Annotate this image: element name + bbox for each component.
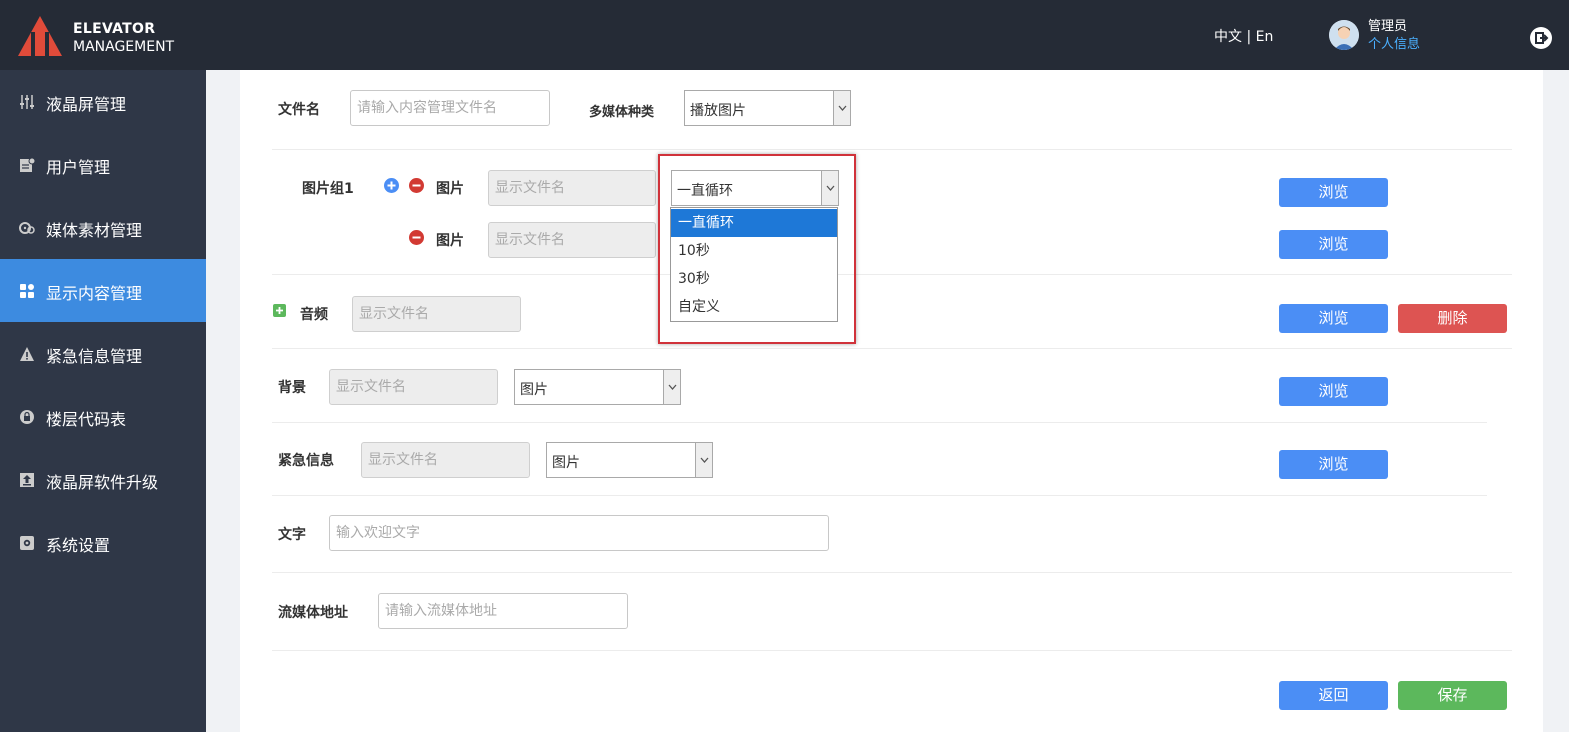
sidebar-item-label: 液晶屏管理 (46, 95, 127, 114)
image-filename-field (488, 222, 656, 258)
plus-icon (387, 181, 396, 190)
sliders-icon (20, 95, 34, 109)
user-name: 管理员 (1368, 19, 1408, 34)
loop-option[interactable]: 自定义 (671, 293, 837, 321)
browse-button[interactable]: 浏览 (1279, 450, 1388, 479)
sidebar-item-lcd-management[interactable]: 液晶屏管理 (0, 70, 206, 133)
filename-input[interactable] (350, 90, 550, 126)
sidebar-item-media-management[interactable]: 媒体素材管理 (0, 196, 206, 259)
welcome-text-input[interactable] (329, 515, 829, 551)
browse-button[interactable]: 浏览 (1279, 377, 1388, 406)
background-label: 背景 (278, 380, 306, 396)
remove-image-button[interactable] (409, 178, 424, 193)
upload-icon (20, 473, 34, 487)
divider (272, 650, 1512, 651)
sidebar-item-emergency[interactable]: 紧急信息管理 (0, 322, 206, 385)
divider (272, 149, 1512, 150)
sidebar-item-label: 系统设置 (46, 536, 111, 555)
minus-icon (412, 236, 421, 239)
loop-option[interactable]: 一直循环 (671, 209, 837, 237)
audio-label: 音频 (300, 307, 328, 323)
plus-icon (276, 307, 283, 314)
brand-line-2: MANAGEMENT (73, 39, 175, 55)
sidebar-item-label: 紧急信息管理 (46, 347, 143, 366)
lang-separator: | (1242, 29, 1256, 45)
emergency-type-select[interactable]: 图片 (546, 442, 713, 478)
settings-icon (20, 536, 34, 550)
sidebar-item-label: 显示内容管理 (46, 284, 143, 303)
browse-button[interactable]: 浏览 (1279, 230, 1388, 259)
divider (272, 348, 1512, 349)
loop-option[interactable]: 10秒 (671, 237, 837, 265)
brand-line-1: ELEVATOR (73, 21, 156, 37)
remove-image-button[interactable] (409, 230, 424, 245)
stream-url-input[interactable] (378, 593, 628, 629)
logout-button[interactable] (1530, 27, 1552, 49)
grid-icon (20, 284, 34, 298)
sidebar-item-display-content[interactable]: 显示内容管理 (0, 259, 206, 322)
background-type-select[interactable]: 图片 (514, 369, 681, 405)
loop-option[interactable]: 30秒 (671, 265, 837, 293)
film-reel-icon (19, 222, 35, 234)
chevron-down-icon (663, 370, 680, 404)
sidebar-item-label: 媒体素材管理 (46, 221, 143, 240)
profile-link[interactable]: 个人信息 (1368, 36, 1420, 54)
emergency-type-value: 图片 (552, 455, 580, 471)
loop-dropdown-list: 一直循环 10秒 30秒 自定义 (670, 207, 838, 322)
elevator-logo-icon (18, 16, 62, 56)
divider (272, 422, 1487, 423)
background-filename-field (329, 369, 498, 405)
warning-icon (20, 347, 34, 361)
divider (272, 495, 1487, 496)
media-type-value: 播放图片 (690, 103, 746, 119)
browse-button[interactable]: 浏览 (1279, 178, 1388, 207)
sidebar: 液晶屏管理 用户管理 媒体素材管理 显示内容管理 紧急信息管理 楼层代码表 液晶… (0, 70, 206, 732)
chevron-down-icon (833, 91, 850, 125)
image-label: 图片 (436, 181, 464, 197)
media-type-select[interactable]: 播放图片 (684, 90, 851, 126)
audio-filename-field (352, 296, 521, 332)
user-card-icon (20, 157, 35, 172)
sidebar-item-user-management[interactable]: 用户管理 (0, 133, 206, 196)
back-button[interactable]: 返回 (1279, 681, 1388, 710)
image-group-label: 图片组1 (302, 181, 354, 197)
lang-zh-link[interactable]: 中文 (1214, 29, 1242, 45)
add-image-button[interactable] (384, 178, 399, 193)
sidebar-item-system-settings[interactable]: 系统设置 (0, 511, 206, 574)
sidebar-item-label: 楼层代码表 (46, 410, 127, 429)
stream-label: 流媒体地址 (278, 605, 348, 621)
lock-icon (20, 410, 34, 424)
sidebar-item-floor-codes[interactable]: 楼层代码表 (0, 385, 206, 448)
top-header: ELEVATOR MANAGEMENT 中文 | En 管理员 个人信息 (0, 0, 1569, 70)
save-button[interactable]: 保存 (1398, 681, 1507, 710)
delete-button[interactable]: 删除 (1398, 304, 1507, 333)
emergency-filename-field (361, 442, 530, 478)
filename-label: 文件名 (278, 102, 320, 118)
image-filename-field (488, 170, 656, 206)
sidebar-item-label: 用户管理 (46, 158, 111, 177)
text-label: 文字 (278, 527, 306, 543)
minus-icon (412, 184, 421, 187)
sidebar-item-label: 液晶屏软件升级 (46, 473, 159, 492)
lang-en-link[interactable]: En (1256, 29, 1274, 45)
divider (272, 274, 1512, 275)
divider (272, 572, 1512, 573)
chevron-down-icon (695, 443, 712, 477)
browse-button[interactable]: 浏览 (1279, 304, 1388, 333)
brand-name: ELEVATOR MANAGEMENT (73, 20, 174, 56)
language-switch: 中文 | En (1214, 26, 1273, 46)
emergency-label: 紧急信息 (278, 453, 334, 469)
user-avatar-icon (1329, 20, 1359, 50)
image-label: 图片 (436, 233, 464, 249)
media-type-label: 多媒体种类 (589, 105, 655, 120)
sidebar-item-software-upgrade[interactable]: 液晶屏软件升级 (0, 448, 206, 511)
avatar[interactable] (1329, 20, 1359, 50)
add-audio-button[interactable] (273, 304, 286, 317)
logout-icon (1535, 32, 1549, 44)
background-type-value: 图片 (520, 382, 548, 398)
